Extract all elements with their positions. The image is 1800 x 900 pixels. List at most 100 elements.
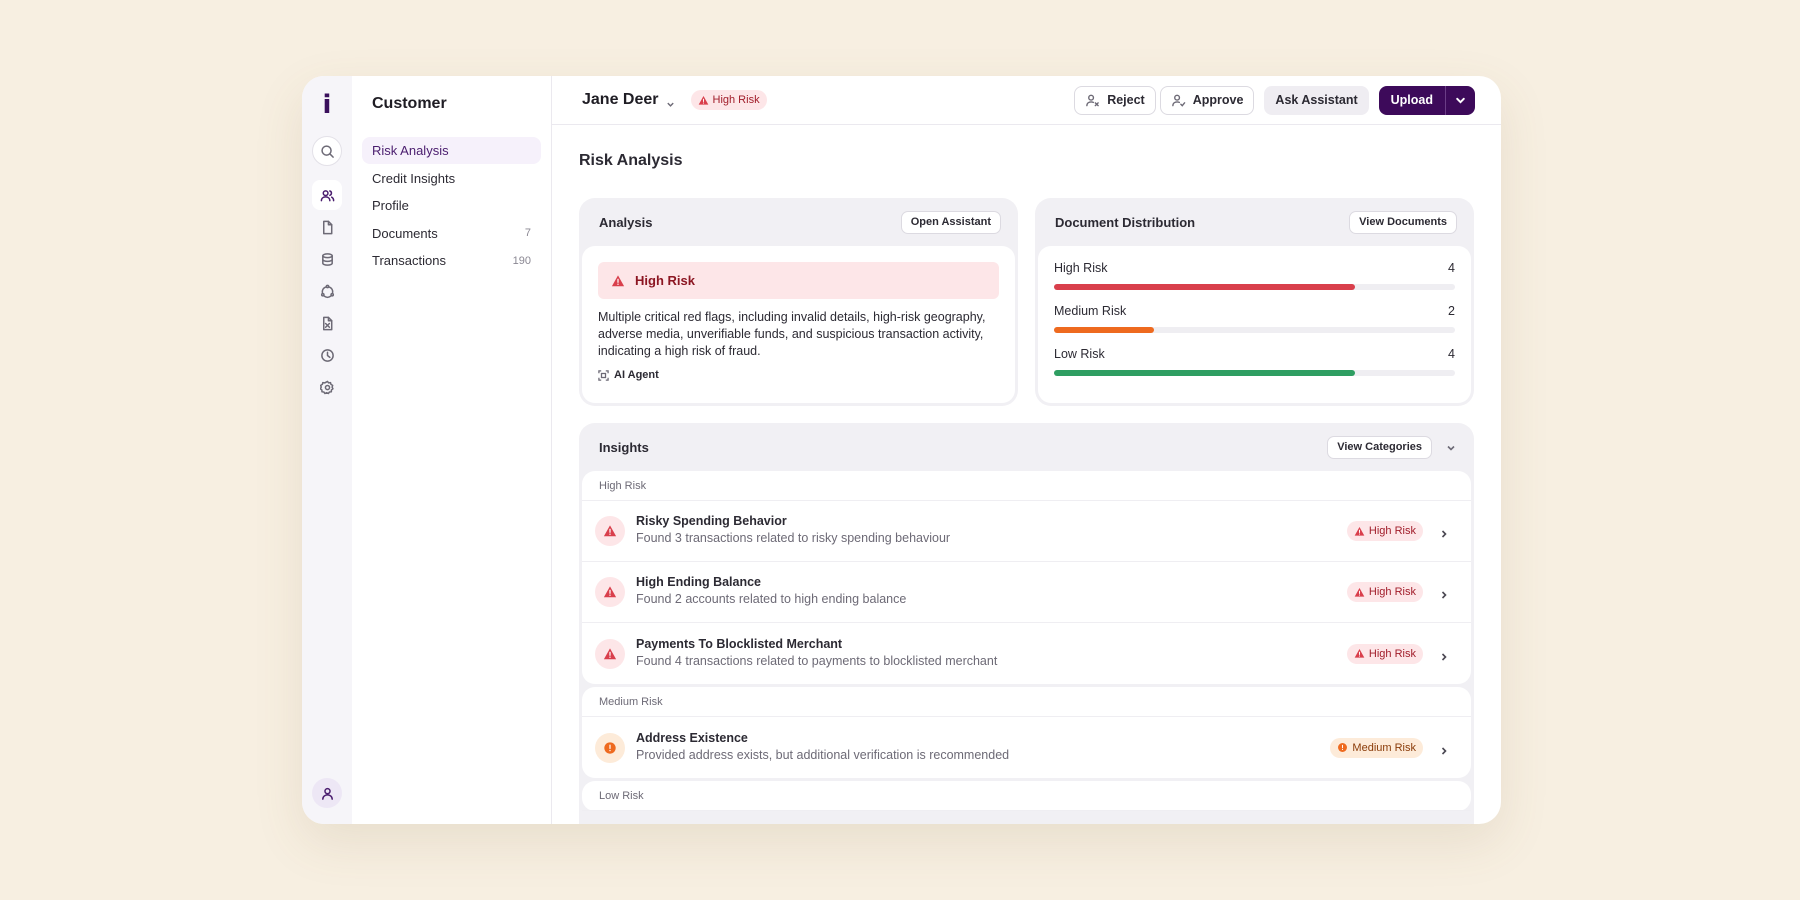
analysis-summary: Multiple critical red flags, including i…: [598, 310, 986, 358]
chevron-right-icon[interactable]: [1439, 587, 1449, 599]
distribution-bar-fill: [1054, 370, 1355, 376]
rail-history[interactable]: [312, 340, 342, 370]
user-icon: [321, 787, 333, 800]
group-label: Medium Risk: [582, 687, 1471, 717]
approve-button[interactable]: Approve: [1159, 85, 1255, 115]
search-button[interactable]: [312, 136, 342, 166]
customer-subnav: Customer Risk Analysis Credit Insights P…: [352, 76, 552, 824]
page-title: Risk Analysis: [579, 152, 683, 169]
upload-options-button[interactable]: [1445, 85, 1475, 115]
subnav-item-transactions[interactable]: Transactions 190: [362, 247, 541, 274]
distribution-label: High Risk: [1054, 261, 1108, 275]
ask-assistant-button[interactable]: Ask Assistant: [1264, 85, 1369, 115]
distribution-value: 2: [1448, 304, 1455, 318]
subnav-item-risk-analysis[interactable]: Risk Analysis: [362, 137, 541, 164]
rail-database[interactable]: [312, 244, 342, 274]
alert-circle-icon: [595, 732, 625, 763]
warning-icon: [595, 516, 625, 546]
distribution-label: Low Risk: [1054, 347, 1105, 361]
insights-panel: Insights View Categories High Risk Risky…: [579, 423, 1474, 824]
insights-title: Insights: [599, 439, 649, 455]
insight-group-high: High Risk Risky Spending Behavior Found 3…: [582, 471, 1471, 684]
insight-title: Address Existence: [636, 730, 748, 745]
ai-agent-tag: AI Agent: [598, 369, 999, 381]
group-label: High Risk: [582, 471, 1471, 501]
warning-icon: [1354, 649, 1365, 658]
insight-row[interactable]: Payments To Blocklisted Merchant Found 4 …: [582, 623, 1471, 684]
warning-icon: [595, 638, 625, 669]
distribution-row-medium: Medium Risk 2: [1054, 304, 1455, 333]
customer-name-selector[interactable]: Jane Deer: [582, 91, 659, 109]
risk-badge-label: High Risk: [1368, 586, 1416, 598]
analysis-card: Analysis Open Assistant High Risk Multip…: [579, 198, 1018, 406]
risk-badge-label: High Risk: [1368, 525, 1416, 537]
upload-button[interactable]: Upload: [1378, 85, 1445, 115]
insight-row[interactable]: High Ending Balance Found 2 accounts rela…: [582, 562, 1471, 623]
distribution-bar: [1054, 370, 1455, 376]
risk-badge-label: Medium Risk: [1352, 741, 1416, 754]
rail-documents[interactable]: [312, 212, 342, 242]
distribution-bar-fill: [1054, 327, 1155, 333]
subnav-item-profile[interactable]: Profile: [362, 192, 541, 219]
content-area: Risk Analysis Analysis Open Assistant Hi…: [552, 125, 1501, 824]
alert-circle-icon: [1338, 743, 1348, 752]
risk-badge: High Risk: [1346, 521, 1423, 541]
insight-title: Risky Spending Behavior: [636, 514, 787, 528]
chevron-right-icon[interactable]: [1439, 743, 1449, 755]
user-x-icon: [1086, 94, 1100, 106]
risk-badge-label: High Risk: [1368, 647, 1416, 660]
chevron-down-icon[interactable]: [666, 96, 675, 107]
risk-badge: High Risk: [690, 90, 767, 110]
chevron-down-icon: [1456, 97, 1465, 104]
distribution-label: Medium Risk: [1054, 304, 1127, 318]
users-icon: [320, 189, 334, 201]
risk-badge: High Risk: [1346, 582, 1423, 602]
subnav-item-label: Transactions: [372, 253, 446, 268]
risk-badge-label: High Risk: [712, 94, 760, 106]
subnav-item-credit-insights[interactable]: Credit Insights: [362, 165, 541, 192]
risk-alert: High Risk: [598, 262, 999, 299]
chevron-right-icon[interactable]: [1439, 526, 1449, 538]
rail-cycle[interactable]: [312, 276, 342, 306]
distribution-value: 4: [1448, 347, 1455, 361]
user-check-icon: [1171, 94, 1186, 107]
warning-icon: [1354, 587, 1365, 597]
account-button[interactable]: [312, 778, 342, 808]
rail-spreadsheet[interactable]: [312, 308, 342, 338]
insight-row[interactable]: Address Existence Provided address exists…: [582, 717, 1471, 778]
gear-icon: [319, 380, 334, 394]
insight-description: Found 3 transactions related to risky sp…: [636, 531, 951, 545]
view-documents-button[interactable]: View Documents: [1349, 210, 1457, 234]
spreadsheet-icon: [322, 316, 332, 330]
chevron-down-icon: [1447, 445, 1455, 451]
subnav-item-documents[interactable]: Documents 7: [362, 220, 541, 247]
warning-icon: [595, 577, 625, 607]
group-label: Low Risk: [582, 781, 1471, 811]
rail-settings[interactable]: [312, 372, 342, 402]
insight-row[interactable]: Risky Spending Behavior Found 3 transacti…: [582, 501, 1471, 562]
collapse-insights-button[interactable]: [1445, 441, 1457, 453]
insight-description: Found 2 accounts related to high ending …: [636, 592, 907, 606]
distribution-value: 4: [1448, 261, 1455, 275]
insight-group-medium: Medium Risk Address Existence Provided ad…: [582, 687, 1471, 778]
open-assistant-button[interactable]: Open Assistant: [900, 210, 1001, 234]
document-icon: [322, 220, 332, 234]
distribution-title: Document Distribution: [1055, 214, 1196, 230]
distribution-bar-fill: [1054, 284, 1355, 290]
ai-agent-icon: [598, 369, 609, 381]
warning-icon: [1354, 526, 1365, 536]
icon-rail: i: [302, 76, 352, 824]
risk-alert-label: High Risk: [635, 273, 695, 288]
rail-customers[interactable]: [312, 180, 342, 210]
search-icon: [320, 144, 334, 158]
warning-icon: [698, 95, 708, 105]
chevron-right-icon[interactable]: [1439, 649, 1449, 661]
reject-button[interactable]: Reject: [1074, 85, 1156, 115]
risk-badge: High Risk: [1346, 643, 1423, 664]
warning-icon: [611, 274, 625, 286]
subnav-item-count: 190: [512, 254, 531, 267]
insight-description: Found 4 transactions related to payments…: [636, 653, 998, 668]
subnav-item-count: 7: [524, 227, 531, 239]
view-categories-button[interactable]: View Categories: [1327, 435, 1432, 459]
database-icon: [321, 252, 333, 266]
